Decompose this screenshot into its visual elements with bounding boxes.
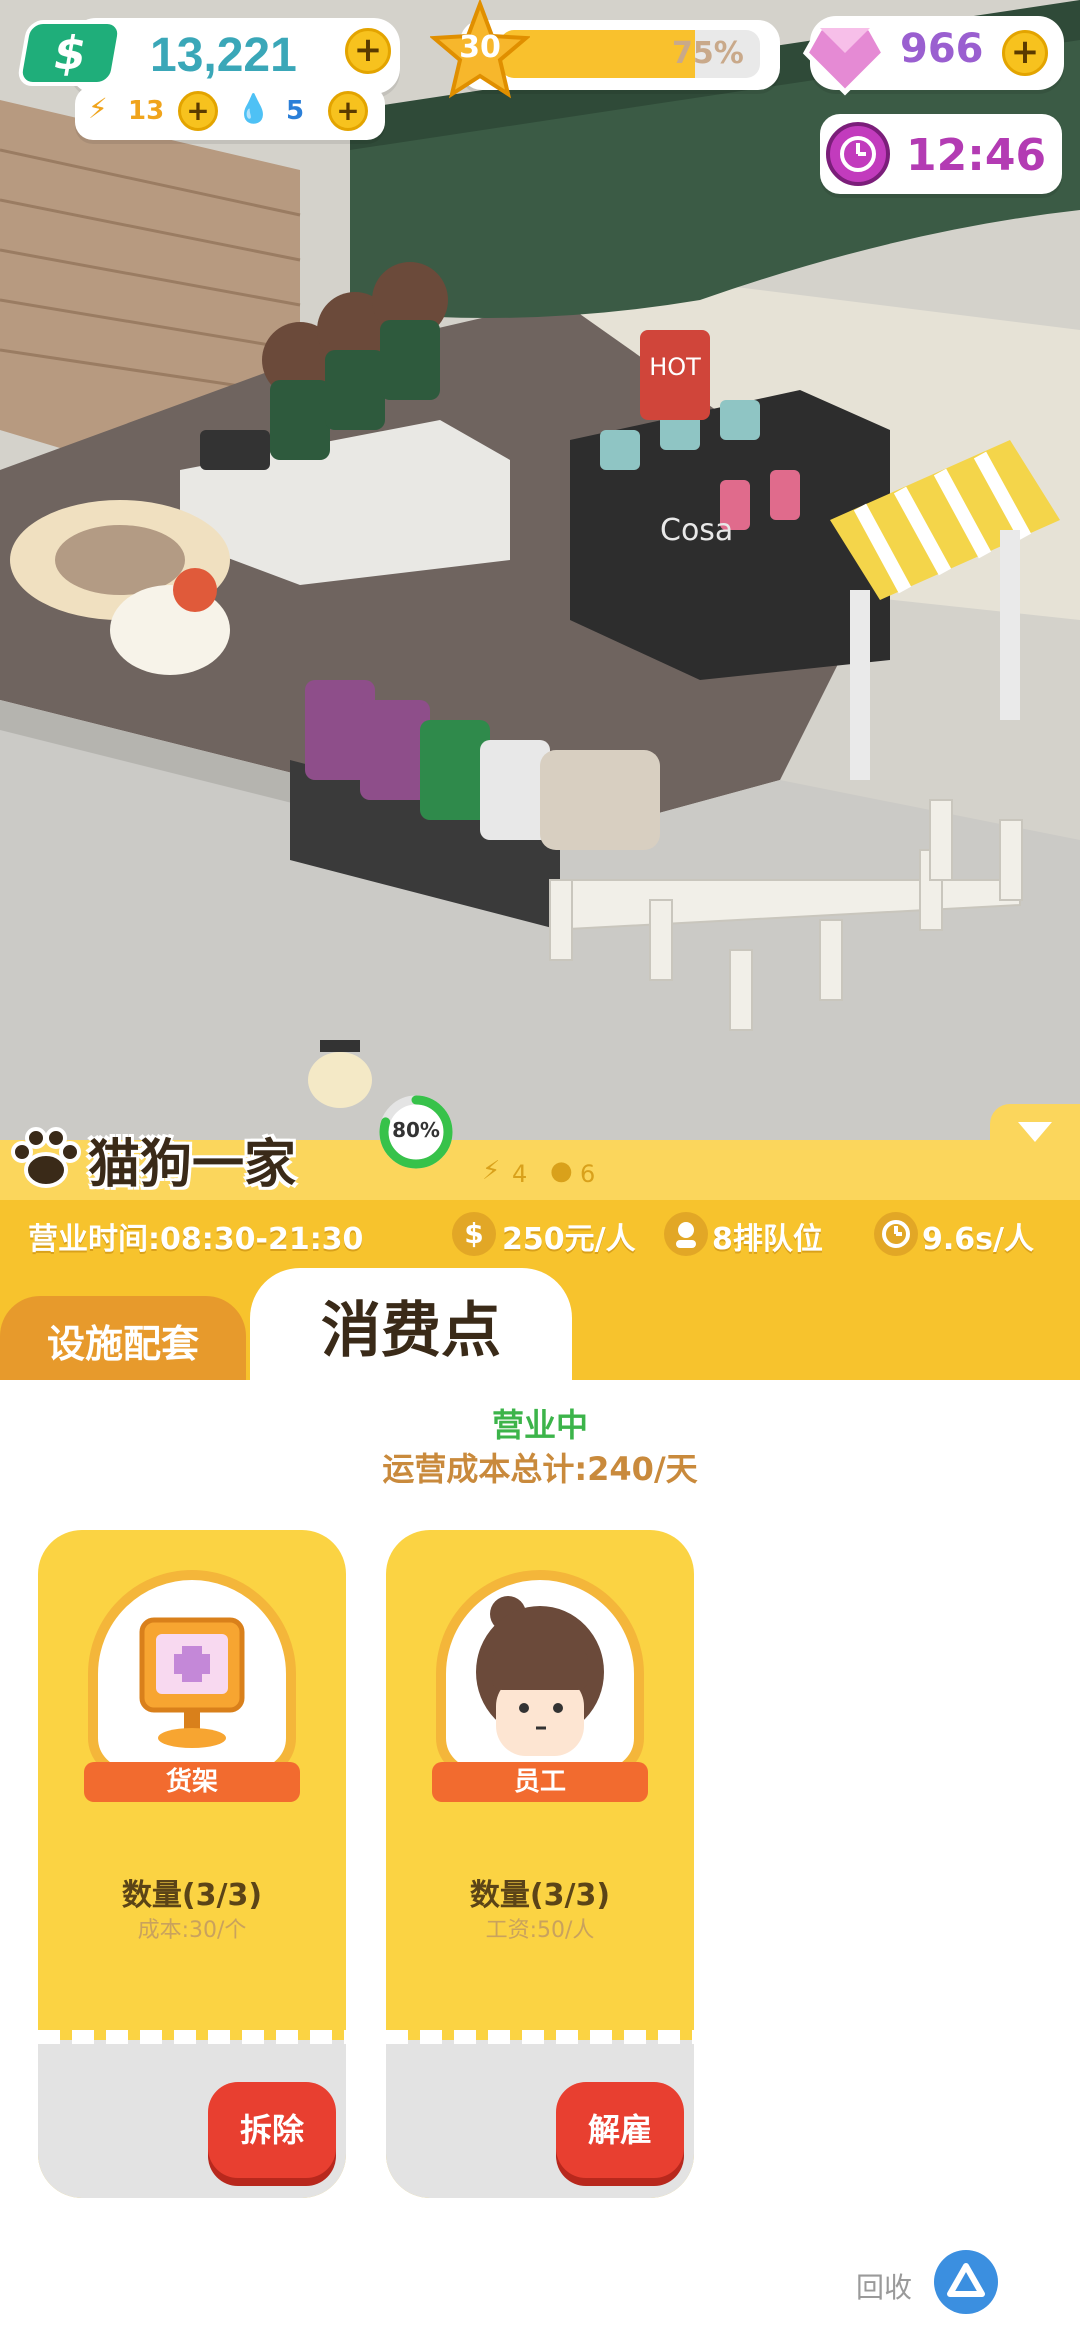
- service-time: 9.6s/人: [922, 1222, 1034, 1257]
- money-value: 13,221: [150, 29, 297, 82]
- price-icon: $: [452, 1212, 496, 1256]
- shelf-icon: [139, 1617, 245, 1748]
- staff-wage: 工资:50/人: [485, 1918, 595, 1943]
- clock-time: 12:46: [906, 130, 1047, 181]
- price-per-person: 250元/人: [502, 1222, 636, 1257]
- paw-icon: [6, 1118, 86, 1198]
- queue-icon: [664, 1212, 708, 1256]
- staff-tag: 员工: [432, 1762, 648, 1802]
- water-cost-icon: ●: [550, 1156, 573, 1186]
- tab-consumption-label: 消费点: [321, 1296, 501, 1366]
- business-hours: 营业时间:08:30-21:30: [28, 1222, 364, 1257]
- money-icon: $: [16, 20, 124, 86]
- shelf-portrait: [88, 1570, 296, 1778]
- satisfaction-text: 80%: [392, 1118, 440, 1142]
- add-water-button[interactable]: +: [328, 91, 368, 131]
- water-drop-icon: 💧: [236, 92, 271, 125]
- energy-value: 13: [128, 96, 165, 126]
- tab-facilities-label: 设施配套: [46, 1322, 199, 1366]
- demolish-button[interactable]: 拆除: [208, 2082, 336, 2178]
- operating-cost-total: 运营成本总计:240/天: [382, 1450, 698, 1488]
- shelf-tag: 货架: [84, 1762, 300, 1802]
- tab-consumption[interactable]: 消费点: [250, 1268, 572, 1386]
- shelf-card[interactable]: 货架 数量(3/3) 成本:30/个 拆除: [38, 1530, 346, 2198]
- gem-icon: [800, 8, 890, 98]
- level-progress-text: 75%: [672, 36, 744, 71]
- energy-cost-icon: ⚡: [482, 1156, 501, 1186]
- tab-facilities[interactable]: 设施配套: [0, 1296, 246, 1386]
- card-divider: [386, 2030, 694, 2044]
- recycle-button[interactable]: [934, 2250, 998, 2314]
- add-gems-button[interactable]: +: [1002, 30, 1048, 76]
- water-cost: 6: [580, 1160, 596, 1188]
- fire-button[interactable]: 解雇: [556, 2082, 684, 2178]
- energy-cost: 4: [512, 1160, 528, 1188]
- shelf-quantity: 数量(3/3): [121, 1878, 263, 1913]
- add-money-button[interactable]: +: [345, 28, 391, 74]
- energy-icon: ⚡: [88, 92, 108, 125]
- add-energy-button[interactable]: +: [178, 91, 218, 131]
- recycle-label: 回收: [856, 2271, 913, 2304]
- game-scene[interactable]: HOT Cosa $ 13,221 + ⚡ 13 + 💧 5 + 75% 30 …: [0, 0, 1080, 1160]
- staff-portrait: [436, 1570, 644, 1778]
- queue-slots: 8排队位: [712, 1222, 823, 1257]
- staff-avatar-icon: [476, 1596, 604, 1756]
- water-value: 5: [286, 96, 305, 126]
- gem-value: 966: [900, 26, 984, 72]
- shop-name: 猫狗一家: [88, 1135, 297, 1195]
- cosa-sign: Cosa: [660, 513, 733, 548]
- staff-quantity: 数量(3/3): [469, 1878, 611, 1913]
- level-number: 30: [459, 30, 501, 65]
- clock-icon: [826, 122, 890, 186]
- staff-card[interactable]: 员工 数量(3/3) 工资:50/人 解雇: [386, 1530, 694, 2198]
- hot-sign: HOT: [649, 353, 701, 381]
- status-open: 营业中: [491, 1406, 588, 1444]
- recycle-icon: [947, 2263, 985, 2297]
- shelf-cost: 成本:30/个: [137, 1918, 247, 1943]
- card-divider: [38, 2030, 346, 2044]
- collapse-panel-button[interactable]: [990, 1104, 1080, 1160]
- service-time-icon: [874, 1212, 918, 1256]
